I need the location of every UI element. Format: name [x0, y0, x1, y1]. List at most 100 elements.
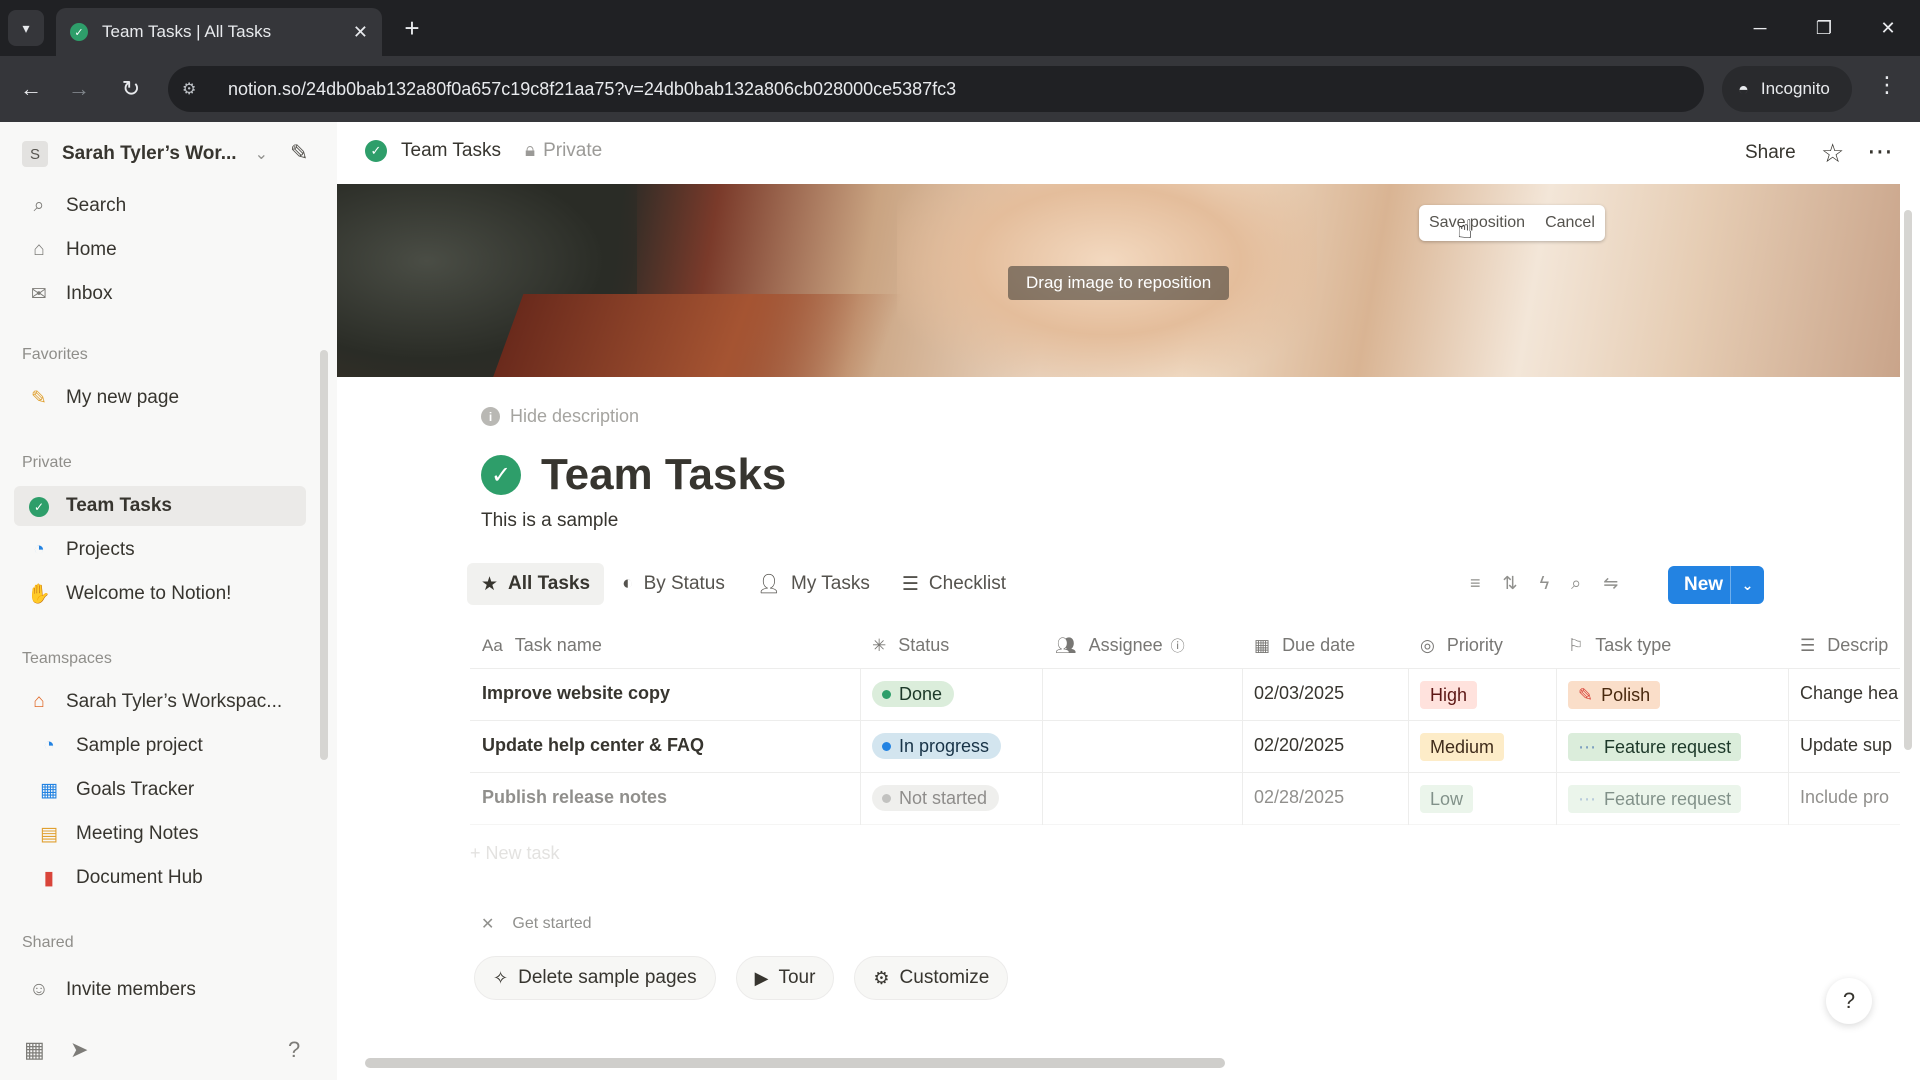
description-cell[interactable]: Change hea: [1800, 683, 1898, 704]
due-date-cell[interactable]: 02/20/2025: [1254, 735, 1344, 756]
site-info-icon[interactable]: ⚙: [182, 79, 212, 99]
table-row[interactable]: Improve website copy Done 02/03/2025 Hig…: [470, 669, 1900, 721]
priority-badge[interactable]: Medium: [1420, 733, 1505, 761]
tab-by-status[interactable]: ◐ By Status: [608, 563, 739, 605]
private-heading[interactable]: Private: [22, 454, 72, 472]
horizontal-scrollbar[interactable]: [365, 1058, 1225, 1068]
invite-members-button[interactable]: ☺ Invite members: [14, 970, 306, 1010]
sidebar-item-home[interactable]: ⌂ Home: [14, 230, 306, 270]
description-cell[interactable]: Update sup: [1800, 735, 1892, 756]
chevron-down-icon[interactable]: ⌄: [1731, 577, 1764, 594]
status-badge[interactable]: Done: [872, 681, 955, 707]
save-position-button[interactable]: Save position: [1419, 214, 1535, 232]
page-title[interactable]: Team Tasks: [541, 450, 786, 500]
chrome-menu-icon[interactable]: ⋮: [1876, 72, 1898, 98]
restore-icon[interactable]: ❐: [1804, 10, 1844, 46]
sidebar-scrollbar[interactable]: [320, 350, 328, 760]
task-type-badge[interactable]: ✎ Polish: [1568, 681, 1661, 709]
search-icon[interactable]: ⌕: [1571, 573, 1581, 594]
sidebar-item-projects[interactable]: ◔ Projects: [14, 530, 306, 570]
delete-sample-pages-button[interactable]: ✧ Delete sample pages: [474, 956, 716, 1000]
new-button[interactable]: New ⌄: [1668, 566, 1764, 604]
sidebar-item-meeting-notes[interactable]: ▤ Meeting Notes: [14, 814, 306, 854]
reload-icon[interactable]: ↻: [114, 72, 148, 106]
breadcrumb[interactable]: ✓ Team Tasks 🔒︎ Private: [365, 140, 602, 162]
cancel-button[interactable]: Cancel: [1535, 214, 1605, 232]
status-badge[interactable]: Not started: [872, 785, 1000, 811]
new-tab-button[interactable]: +: [396, 12, 428, 44]
table-row[interactable]: Publish release notes Not started 02/28/…: [470, 773, 1900, 825]
close-tab-icon[interactable]: ✕: [353, 22, 368, 43]
sidebar-item-document-hub[interactable]: ▮ Document Hub: [14, 858, 306, 898]
tab-my-tasks[interactable]: 👤︎ My Tasks: [743, 563, 884, 605]
send-icon[interactable]: ➤: [70, 1037, 88, 1063]
address-bar[interactable]: ⚙ notion.so/24db0bab132a80f0a657c19c8f21…: [168, 66, 1848, 112]
column-description[interactable]: ☰ Descrip: [1800, 635, 1888, 656]
privacy-label[interactable]: Private: [543, 140, 602, 162]
favorites-heading[interactable]: Favorites: [22, 346, 88, 364]
column-assignee[interactable]: 👥︎ Assignee ⓘ: [1055, 635, 1185, 656]
vertical-scrollbar[interactable]: [1904, 210, 1912, 750]
forward-icon[interactable]: →: [62, 72, 96, 106]
sort-icon[interactable]: ⇅: [1503, 573, 1518, 594]
column-task-type[interactable]: ⚐ Task type: [1568, 635, 1671, 656]
incognito-badge[interactable]: ◓ Incognito: [1722, 66, 1852, 112]
favorite-star-icon[interactable]: ☆: [1821, 138, 1844, 169]
sidebar-item-sample-project[interactable]: ◔ Sample project: [14, 726, 306, 766]
priority-badge[interactable]: Low: [1420, 785, 1474, 813]
workspace-switcher[interactable]: S Sarah Tyler’s Wor... ⌄: [22, 138, 322, 170]
column-status[interactable]: ✳ Status: [872, 635, 949, 656]
column-task-name[interactable]: Aa Task name: [482, 635, 602, 656]
automation-icon[interactable]: ϟ: [1540, 573, 1550, 594]
share-button[interactable]: Share: [1745, 142, 1796, 164]
help-button[interactable]: ?: [1826, 978, 1872, 1024]
due-date-cell[interactable]: 02/28/2025: [1254, 787, 1344, 808]
sidebar-item-inbox[interactable]: ✉ Inbox: [14, 274, 306, 314]
hide-description-button[interactable]: i Hide description: [481, 406, 639, 427]
sidebar-item-my-new-page[interactable]: ✎ My new page: [14, 378, 306, 418]
back-icon[interactable]: ←: [14, 72, 48, 106]
due-date-cell[interactable]: 02/03/2025: [1254, 683, 1344, 704]
more-options-icon[interactable]: ⋯: [1867, 136, 1893, 167]
tab-checklist[interactable]: ☰ Checklist: [888, 563, 1020, 605]
calendar-icon[interactable]: ▦: [24, 1037, 45, 1063]
close-icon[interactable]: ✕: [481, 914, 494, 934]
minimize-icon[interactable]: ─: [1740, 10, 1780, 46]
task-name-cell[interactable]: Improve website copy: [482, 683, 670, 704]
sidebar-item-welcome[interactable]: ✋ Welcome to Notion!: [14, 574, 306, 614]
tab-all-tasks[interactable]: ★ All Tasks: [467, 563, 605, 605]
workspace-avatar: S: [22, 141, 48, 167]
sidebar-item-search[interactable]: ⌕ Search: [14, 186, 306, 226]
help-icon[interactable]: ?: [288, 1037, 300, 1063]
column-priority[interactable]: ◎ Priority: [1420, 635, 1503, 656]
description-cell[interactable]: Include pro: [1800, 787, 1889, 808]
status-badge[interactable]: In progress: [872, 733, 1002, 759]
filter-icon[interactable]: ≡: [1470, 573, 1481, 594]
task-name-cell[interactable]: Publish release notes: [482, 787, 667, 808]
sidebar-item-label: Sample project: [76, 735, 203, 756]
teamspaces-heading[interactable]: Teamspaces: [22, 650, 112, 668]
settings-icon[interactable]: ⇋: [1603, 573, 1618, 594]
sidebar-item-teamspace[interactable]: ⌂ Sarah Tyler’s Workspac...: [14, 682, 306, 722]
sidebar-item-team-tasks[interactable]: ✓ Team Tasks: [14, 486, 306, 526]
sidebar-item-label: Home: [66, 239, 117, 260]
check-circle-icon[interactable]: ✓: [481, 455, 521, 495]
task-name-cell[interactable]: Update help center & FAQ: [482, 735, 704, 756]
tour-button[interactable]: ▶ Tour: [735, 956, 835, 1000]
new-page-icon[interactable]: ✎: [290, 140, 308, 166]
priority-badge[interactable]: High: [1420, 681, 1478, 709]
table-row[interactable]: Update help center & FAQ In progress 02/…: [470, 721, 1900, 773]
close-window-icon[interactable]: ✕: [1868, 10, 1908, 46]
tab-search-button[interactable]: ▾: [8, 10, 44, 46]
customize-button[interactable]: ⚙ Customize: [854, 956, 1009, 1000]
task-type-badge[interactable]: ⋯ Feature request: [1568, 733, 1742, 761]
shared-heading[interactable]: Shared: [22, 934, 74, 952]
column-label: Descrip: [1827, 635, 1889, 655]
browser-tab[interactable]: ✓ Team Tasks | All Tasks ✕: [56, 8, 382, 56]
task-type-badge[interactable]: ⋯ Feature request: [1568, 785, 1742, 813]
sidebar-item-label: Team Tasks: [66, 495, 172, 516]
new-row-button[interactable]: + New task: [470, 843, 560, 864]
page-description[interactable]: This is a sample: [481, 510, 618, 532]
sidebar-item-goals-tracker[interactable]: ▦ Goals Tracker: [14, 770, 306, 810]
column-due-date[interactable]: ▦ Due date: [1254, 635, 1355, 656]
